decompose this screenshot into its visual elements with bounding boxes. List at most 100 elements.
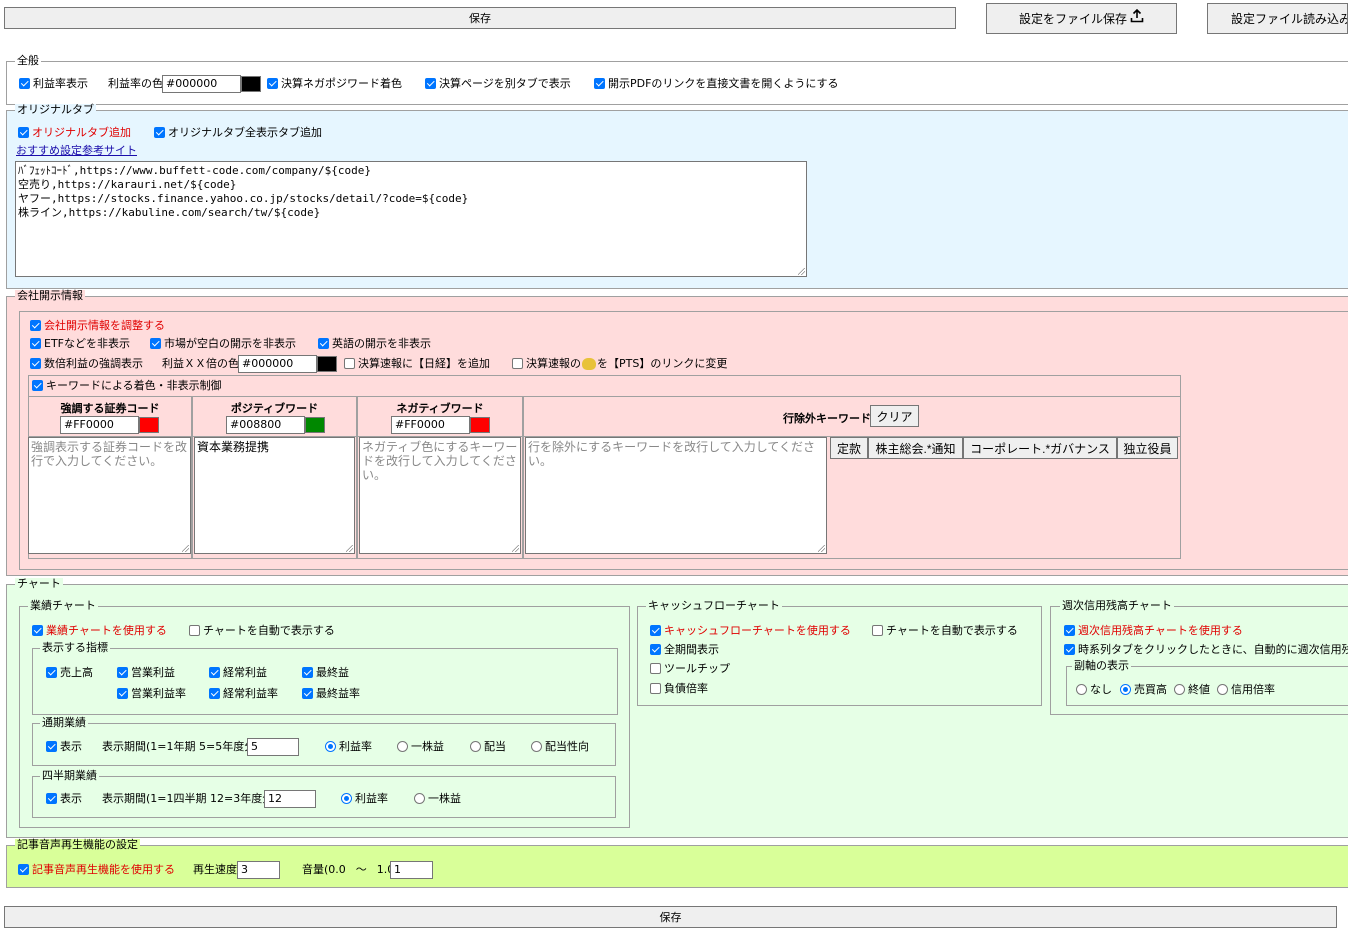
hide-blank-market-checkbox[interactable]: 市場が空白の開示を非表示 — [150, 337, 296, 350]
use-cashflow-chart-checkbox[interactable]: キャッシュフローチャートを使用する — [650, 624, 851, 637]
import-settings-button[interactable]: 設定ファイル読み込み — [1207, 3, 1348, 34]
quarter-radio-eps[interactable]: 一株益 — [414, 792, 461, 805]
code-textarea[interactable]: 強調表示する証券コードを改行で入力してください。 — [28, 437, 191, 554]
op-margin-checkbox[interactable]: 営業利益率 — [117, 687, 186, 700]
negative-header: ネガティブワード — [396, 402, 484, 415]
ord-profit-checkbox[interactable]: 経常利益 — [209, 666, 267, 679]
profit-color-label: 利益率の色 — [108, 77, 163, 90]
annual-show-checkbox[interactable]: 表示 — [46, 740, 82, 753]
annual-radio-profit-rate[interactable]: 利益率 — [325, 740, 372, 753]
chart-legend: チャート — [15, 577, 63, 590]
annual-period-input[interactable]: 5 — [247, 738, 299, 756]
preset-governance-button[interactable]: コーポレート.*ガバナンス — [963, 437, 1117, 459]
add-nikkei-checkbox[interactable]: 決算速報に【日経】を追加 — [344, 357, 490, 370]
resize-grip-icon[interactable] — [818, 545, 825, 552]
indicators-fieldset — [32, 648, 618, 715]
ord-margin-checkbox[interactable]: 経常利益率 — [209, 687, 278, 700]
hide-english-checkbox[interactable]: 英語の開示を非表示 — [318, 337, 431, 350]
export-settings-button[interactable]: 設定をファイル保存 — [986, 3, 1177, 34]
tooltip-checkbox[interactable]: ツールチップ — [650, 662, 730, 675]
sub-axis-radio-margin-ratio[interactable]: 信用倍率 — [1217, 683, 1275, 696]
emphasize-multiple-checkbox[interactable]: 数倍利益の強調表示 — [30, 357, 143, 370]
quarter-legend: 四半期業績 — [40, 769, 99, 782]
volume-label: 音量(0.0 ～ 1.0) — [302, 863, 399, 876]
full-period-checkbox[interactable]: 全期間表示 — [650, 643, 719, 656]
sub-axis-legend: 副軸の表示 — [1072, 659, 1131, 672]
multiple-color-label: 利益ＸＸ倍の色 — [162, 357, 239, 370]
reference-site-link[interactable]: おすすめ設定参考サイト — [16, 144, 137, 157]
sub-axis-radio-none[interactable]: なし — [1076, 683, 1112, 696]
exclude-textarea[interactable]: 行を除外にするキーワードを改行して入力してください。 — [525, 437, 827, 554]
general-legend: 全般 — [15, 54, 41, 67]
negative-textarea[interactable]: ネガティブ色にするキーワードを改行して入力してください。 — [359, 437, 521, 554]
annual-legend: 通期業績 — [40, 716, 88, 729]
clear-button[interactable]: クリア — [870, 405, 919, 427]
keyword-control-checkbox[interactable]: キーワードによる着色・非表示制御 — [32, 379, 222, 392]
volume-input[interactable]: 1 — [390, 861, 433, 879]
sub-axis-radio-volume[interactable]: 売買高 — [1120, 683, 1167, 696]
annual-radio-payout[interactable]: 配当性向 — [531, 740, 589, 753]
quarter-show-checkbox[interactable]: 表示 — [46, 792, 82, 805]
adjust-disclosure-checkbox[interactable]: 会社開示情報を調整する — [30, 319, 165, 332]
speed-input[interactable]: 3 — [237, 861, 280, 879]
add-all-tab-checkbox[interactable]: オリジナルタブ全表示タブ追加 — [154, 126, 322, 139]
debt-ratio-checkbox[interactable]: 負債倍率 — [650, 682, 708, 695]
cashflow-chart-legend: キャッシュフローチャート — [646, 599, 782, 612]
resize-grip-icon[interactable] — [182, 545, 189, 552]
hide-etf-checkbox[interactable]: ETFなどを非表示 — [30, 337, 130, 350]
use-audio-checkbox[interactable]: 記事音声再生機能を使用する — [18, 863, 175, 876]
exclude-header: 行除外キーワード — [783, 412, 871, 425]
original-tab-textarea[interactable]: ﾊﾞﾌｪｯﾄｺｰﾄﾞ,https://www.buffett-code.com/… — [15, 161, 807, 277]
performance-chart-legend: 業績チャート — [28, 599, 98, 612]
code-color-swatch[interactable] — [139, 417, 159, 433]
negative-color-input[interactable]: #FF0000 — [391, 416, 470, 434]
preset-independent-officer-button[interactable]: 独立役員 — [1117, 437, 1178, 459]
net-profit-checkbox[interactable]: 最終益 — [302, 666, 349, 679]
margin-auto-on-tab-checkbox[interactable]: 時系列タブをクリックしたときに、自動的に週次信用残 — [1064, 643, 1348, 656]
cashflow-auto-show-checkbox[interactable]: チャートを自動で表示する — [872, 624, 1018, 637]
quarter-period-label: 表示期間(1=1四半期 12=3年度分) — [102, 792, 278, 805]
positive-header: ポジティブワード — [230, 402, 319, 415]
positive-color-input[interactable]: #008800 — [226, 416, 305, 434]
preset-shareholder-meeting-button[interactable]: 株主総会.*通知 — [868, 437, 963, 459]
annual-period-label: 表示期間(1=1年期 5=5年度分) — [102, 740, 260, 753]
resize-grip-icon[interactable] — [346, 545, 353, 552]
quarter-radio-profit-rate[interactable]: 利益率 — [341, 792, 388, 805]
multiple-color-swatch[interactable] — [317, 356, 337, 372]
multiple-color-input[interactable]: #000000 — [238, 355, 317, 373]
margin-auto-on-tab-clip: 時系列タブをクリックしたときに、自動的に週次信用残 — [1064, 642, 1348, 658]
code-color-input[interactable]: #FF0000 — [60, 416, 139, 434]
positive-color-swatch[interactable] — [305, 417, 325, 433]
sub-axis-radio-close[interactable]: 終値 — [1174, 683, 1210, 696]
op-profit-checkbox[interactable]: 営業利益 — [117, 666, 175, 679]
pts-link-checkbox[interactable]: 決算速報の を【PTS】のリンクに変更 — [512, 357, 727, 370]
annual-radio-eps[interactable]: 一株益 — [397, 740, 444, 753]
profit-color-swatch[interactable] — [241, 76, 261, 92]
disclosure-legend: 会社開示情報 — [15, 289, 85, 302]
resize-grip-icon[interactable] — [798, 268, 805, 275]
negative-color-swatch[interactable] — [470, 417, 490, 433]
pdf-direct-checkbox[interactable]: 開示PDFのリンクを直接文書を開くようにする — [594, 77, 839, 90]
positive-textarea[interactable]: 資本業務提携 — [194, 437, 355, 554]
save-button-top[interactable]: 保存 — [4, 7, 956, 29]
profit-rate-display-checkbox[interactable]: 利益率表示 — [19, 77, 88, 90]
speed-label: 再生速度 — [193, 863, 237, 876]
open-new-tab-checkbox[interactable]: 決算ページを別タブで表示 — [425, 77, 571, 90]
use-margin-chart-checkbox[interactable]: 週次信用残高チャートを使用する — [1064, 624, 1243, 637]
audio-legend: 記事音声再生機能の設定 — [15, 838, 140, 851]
preset-teikan-button[interactable]: 定款 — [830, 437, 868, 459]
indicators-legend: 表示する指標 — [40, 641, 110, 654]
resize-grip-icon[interactable] — [512, 545, 519, 552]
quarter-period-input[interactable]: 12 — [264, 790, 316, 808]
save-button-bottom[interactable]: 保存 — [4, 906, 1337, 928]
code-header: 強調する証券コード — [60, 402, 160, 415]
add-original-tab-checkbox[interactable]: オリジナルタブ追加 — [18, 126, 131, 139]
sales-checkbox[interactable]: 売上高 — [46, 666, 93, 679]
performance-auto-show-checkbox[interactable]: チャートを自動で表示する — [189, 624, 335, 637]
nega-posi-coloring-checkbox[interactable]: 決算ネガポジワード着色 — [267, 77, 402, 90]
net-margin-checkbox[interactable]: 最終益率 — [302, 687, 360, 700]
profit-color-input[interactable]: #000000 — [162, 75, 241, 93]
original-tab-legend: オリジナルタブ — [15, 103, 96, 116]
annual-radio-dividend[interactable]: 配当 — [470, 740, 506, 753]
use-performance-chart-checkbox[interactable]: 業績チャートを使用する — [32, 624, 167, 637]
